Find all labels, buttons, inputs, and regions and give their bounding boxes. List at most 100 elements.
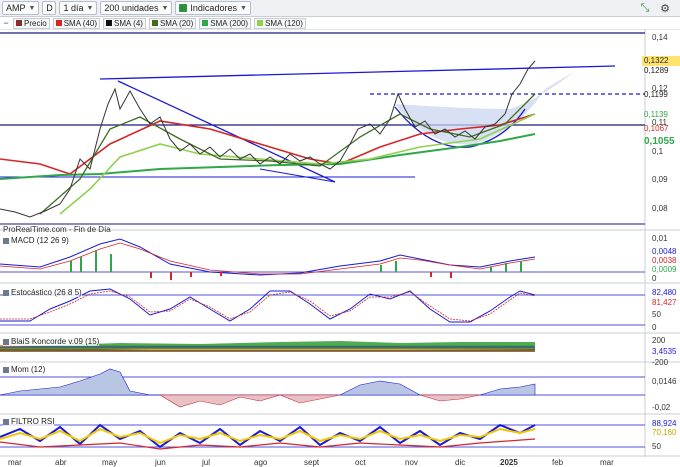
- koncorde-axis-value: -200: [652, 358, 669, 367]
- chevron-down-icon: ▼: [86, 4, 94, 12]
- month-label: jul: [202, 458, 211, 467]
- panel-icon: [3, 366, 9, 373]
- swatch: [106, 20, 113, 26]
- symbol-selector[interactable]: AMP ▼: [2, 1, 40, 15]
- collapse-icon[interactable]: −: [2, 16, 10, 30]
- price-axis-tick: 0,09: [652, 175, 668, 184]
- legend-label: SMA (40): [63, 18, 98, 28]
- month-label: feb: [552, 458, 564, 467]
- panel-title: MACD (12 26 9): [11, 236, 69, 245]
- d-button[interactable]: D: [42, 1, 57, 15]
- legend-item-sma200[interactable]: SMA (200): [199, 17, 252, 29]
- legend-item-sma120[interactable]: SMA (120): [254, 17, 306, 29]
- legend-item-sma20[interactable]: SMA (20): [148, 17, 197, 29]
- month-label: abr: [55, 458, 67, 467]
- price-axis-tick: 0,14: [652, 33, 668, 42]
- stoch-axis-value: 82,480: [652, 288, 677, 297]
- symbol-label: AMP: [6, 3, 26, 13]
- price-tag: 0,1199: [644, 90, 668, 99]
- d-button-label: D: [46, 3, 53, 13]
- month-label: mar: [8, 458, 22, 467]
- stoch-axis-value: 0: [652, 323, 657, 332]
- price-axis-tick: 0,08: [652, 204, 668, 213]
- panel-title: BlaiS Koncorde v.09 (15): [11, 337, 100, 346]
- watermark: ProRealTime.com - Fin de Día: [3, 225, 111, 234]
- indicator-legend: − Precio SMA (40) SMA (4) SMA (20) SMA (…: [0, 17, 306, 29]
- month-label: jun: [155, 458, 166, 467]
- legend-label: Precio: [24, 18, 47, 28]
- macd-axis-value: 0,01: [652, 234, 668, 243]
- month-label: mar: [600, 458, 614, 467]
- legend-label: SMA (4): [114, 18, 143, 28]
- mom-axis-value: -0,02: [652, 403, 671, 412]
- momentum-panel: [0, 368, 645, 408]
- price-tag-sma200: 0,1055: [644, 136, 675, 147]
- chart-tools-icon[interactable]: ⤡: [638, 1, 652, 15]
- swatch: [16, 20, 22, 26]
- filtro-axis-value: 88,924: [652, 419, 677, 428]
- macd-axis-value: 0: [652, 274, 657, 283]
- panel-icon: [3, 418, 9, 425]
- macd-panel: [0, 238, 645, 280]
- panel-icon: [3, 237, 9, 244]
- stoch-axis-value: 81,427: [652, 298, 677, 307]
- month-label: nov: [405, 458, 418, 467]
- filtro-rsi-label[interactable]: FILTRO RSI: [3, 417, 55, 426]
- filtro-axis-value: 50: [652, 442, 661, 451]
- month-label: may: [102, 458, 118, 467]
- macd-axis-value: 0,0048: [652, 247, 677, 256]
- price-chart-area[interactable]: [0, 29, 680, 457]
- month-label: dic: [455, 458, 466, 467]
- stochastic-label[interactable]: Estocástico (26 8 5): [3, 288, 82, 297]
- mom-axis-value: 0,0146: [652, 377, 677, 386]
- legend-item-sma40[interactable]: SMA (40): [52, 17, 101, 29]
- stochastic-panel: [0, 288, 645, 326]
- units-label: 200 unidades: [104, 3, 159, 13]
- swatch: [202, 20, 209, 26]
- indicators-button[interactable]: Indicadores ▼: [175, 1, 251, 15]
- units-selector[interactable]: 200 unidades ▼: [100, 1, 173, 15]
- price-tag-sma: 0,1139: [644, 110, 668, 119]
- chevron-down-icon: ▼: [161, 4, 169, 12]
- price-tag-last: 0,1322: [642, 56, 680, 66]
- indicators-icon: [179, 4, 188, 12]
- month-label: ago: [254, 458, 268, 467]
- filtro-axis-value: 70,160: [652, 428, 677, 437]
- panel-icon: [3, 289, 9, 296]
- month-label-year: 2025: [500, 458, 518, 467]
- trend-line-low: [259, 168, 336, 183]
- swatch: [151, 20, 158, 26]
- price-tag-sma40: 0,1067: [644, 124, 669, 133]
- legend-label: SMA (200): [210, 18, 249, 28]
- settings-gear-icon[interactable]: ⚙: [658, 1, 672, 15]
- panel-icon: [3, 338, 9, 345]
- chevron-down-icon: ▼: [239, 4, 247, 12]
- filtro-rsi-panel: [0, 423, 645, 450]
- koncorde-axis-value: 200: [652, 336, 666, 345]
- indicators-label: Indicadores: [190, 3, 237, 13]
- macd-axis-value: 0,0009: [652, 265, 677, 274]
- timeframe-selector[interactable]: 1 día ▼: [59, 1, 98, 15]
- panel-title: Estocástico (26 8 5): [11, 288, 82, 297]
- koncorde-axis-value: 3,4535: [652, 347, 677, 356]
- legend-item-price[interactable]: Precio: [13, 17, 50, 29]
- legend-label: SMA (120): [265, 18, 303, 28]
- macd-label[interactable]: MACD (12 26 9): [3, 236, 69, 245]
- swatch: [55, 20, 62, 26]
- price-tag: 0,1289: [644, 66, 669, 75]
- momentum-label[interactable]: Mom (12): [3, 365, 46, 374]
- legend-item-sma4[interactable]: SMA (4): [103, 17, 146, 29]
- toolbar: AMP ▼ D 1 día ▼ 200 unidades ▼ Indicadores ▼…: [0, 0, 680, 17]
- macd-axis-value: 0,0038: [652, 256, 677, 265]
- koncorde-label[interactable]: BlaiS Koncorde v.09 (15): [3, 337, 100, 346]
- month-label: sept: [304, 458, 320, 467]
- legend-label: SMA (20): [159, 18, 194, 28]
- panel-title: Mom (12): [11, 365, 46, 374]
- swatch: [257, 20, 264, 26]
- month-label: oct: [355, 458, 366, 467]
- stoch-axis-value: 50: [652, 310, 661, 319]
- chevron-down-icon: ▼: [28, 4, 36, 12]
- trend-line-upper: [99, 65, 616, 80]
- timeframe-label: 1 día: [63, 3, 84, 13]
- panel-title: FILTRO RSI: [11, 417, 55, 426]
